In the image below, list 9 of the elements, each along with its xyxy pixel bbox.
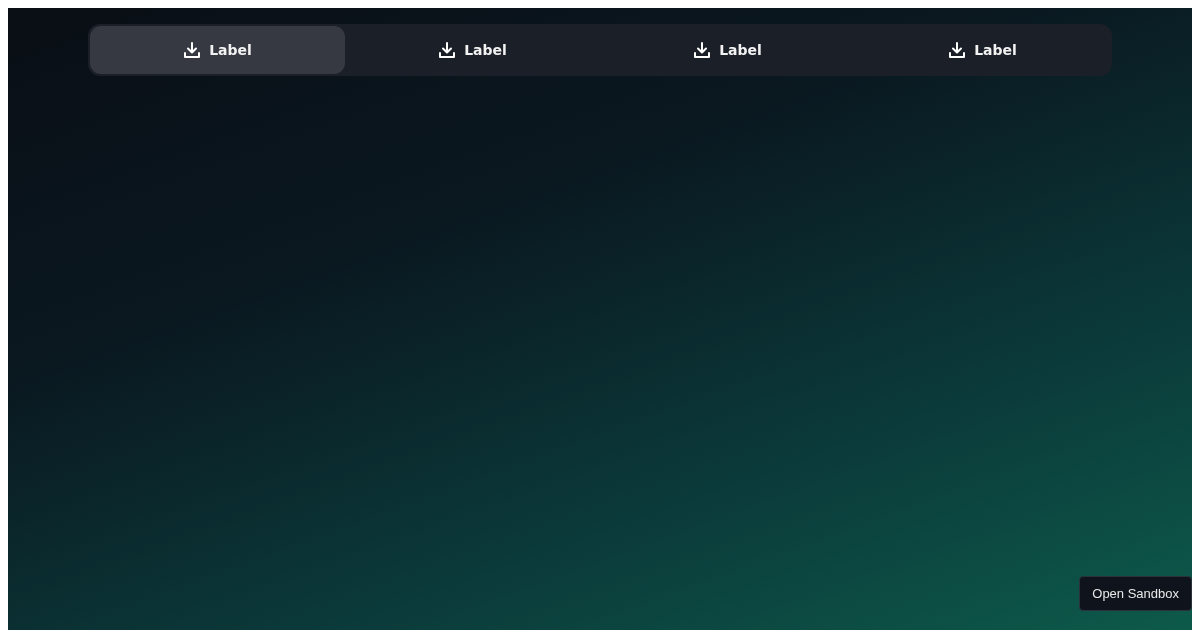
tab[interactable]: Label xyxy=(90,26,345,74)
tab[interactable]: Label xyxy=(600,26,855,74)
tab[interactable]: Label xyxy=(855,26,1110,74)
download-icon xyxy=(948,41,967,59)
download-icon xyxy=(438,41,457,59)
tab[interactable]: Label xyxy=(345,26,600,74)
download-icon xyxy=(693,41,712,59)
download-icon xyxy=(183,41,202,59)
open-sandbox-button[interactable]: Open Sandbox xyxy=(1079,575,1192,611)
